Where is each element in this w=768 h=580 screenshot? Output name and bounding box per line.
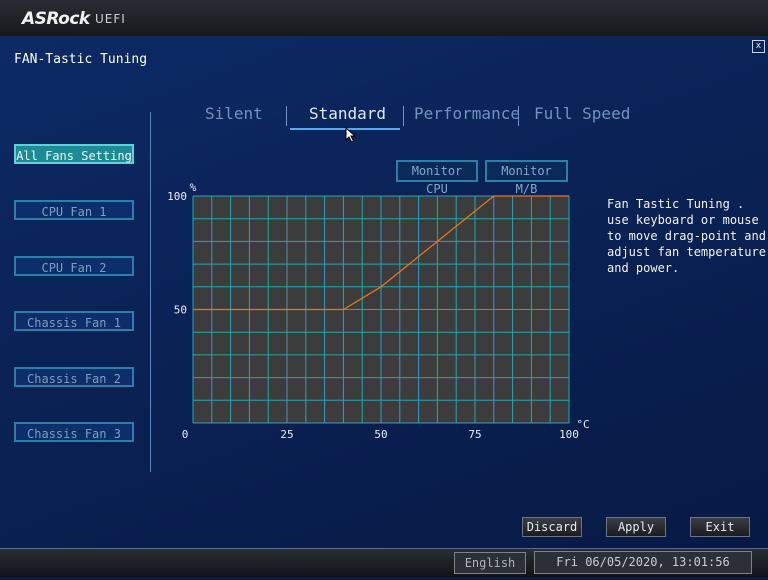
x-axis-label: °C: [576, 418, 589, 431]
apply-button[interactable]: Apply: [606, 517, 666, 537]
y-axis-label: %: [190, 181, 197, 194]
datetime-display: Fri 06/05/2020, 13:01:56: [534, 551, 752, 574]
drag-point[interactable]: [341, 308, 345, 312]
x-tick-label: 75: [468, 428, 481, 441]
drag-point[interactable]: [379, 285, 383, 289]
x-tick-label: 0: [182, 428, 189, 441]
y-tick-label: 50: [174, 304, 187, 317]
x-tick-label: 50: [374, 428, 387, 441]
y-tick-label: 100: [167, 190, 187, 203]
drag-point[interactable]: [492, 194, 496, 198]
language-select[interactable]: English: [454, 552, 526, 574]
exit-button[interactable]: Exit: [690, 517, 750, 537]
fan-curve-chart[interactable]: 0 25 50 75 10050100%°C: [0, 0, 768, 576]
x-tick-label: 25: [280, 428, 293, 441]
mouse-cursor-icon: [345, 127, 357, 143]
discard-button[interactable]: Discard: [522, 517, 582, 537]
drag-point[interactable]: [567, 194, 571, 198]
help-text: Fan Tastic Tuning . use keyboard or mous…: [607, 197, 766, 275]
drag-point[interactable]: [191, 308, 195, 312]
